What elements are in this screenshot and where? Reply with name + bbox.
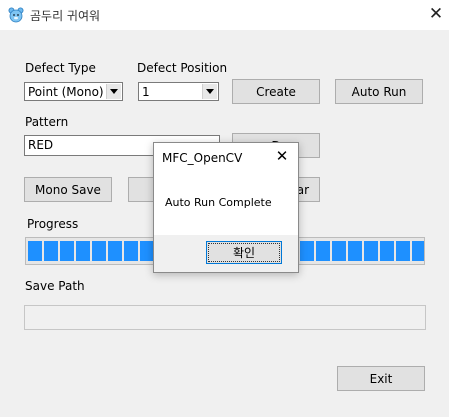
progress-label: Progress (27, 217, 79, 231)
progress-chunk (124, 241, 138, 261)
defect-type-value: Point (Mono) (28, 85, 104, 99)
progress-chunk (332, 241, 346, 261)
progress-chunk (316, 241, 330, 261)
progress-chunk (300, 241, 314, 261)
dialog-footer: 확인 (154, 235, 298, 272)
mono-save-button[interactable]: Mono Save (24, 177, 112, 202)
progress-chunk (396, 241, 410, 261)
defect-type-combo[interactable]: Point (Mono) (24, 82, 123, 101)
pattern-label: Pattern (25, 115, 69, 129)
title-bar: 곰두리 귀여워 ✕ (0, 0, 449, 30)
defect-position-value: 1 (142, 85, 150, 99)
dialog-close-icon[interactable]: ✕ (274, 148, 290, 164)
window-title: 곰두리 귀여워 (30, 9, 101, 23)
progress-chunk (140, 241, 154, 261)
defect-position-label: Defect Position (137, 61, 228, 75)
dialog-ok-button[interactable]: 확인 (206, 241, 282, 264)
progress-chunk (60, 241, 74, 261)
defect-position-combo[interactable]: 1 (138, 82, 219, 101)
progress-chunk (92, 241, 106, 261)
dialog-title: MFC_OpenCV (162, 151, 243, 165)
progress-chunk (412, 241, 424, 261)
save-path-field (24, 305, 426, 330)
progress-chunk (108, 241, 122, 261)
exit-button[interactable]: Exit (337, 366, 425, 391)
dialog-message: Auto Run Complete (165, 196, 272, 209)
chevron-down-icon[interactable] (202, 84, 217, 99)
auto-run-button[interactable]: Auto Run (335, 79, 423, 104)
chevron-down-icon[interactable] (106, 84, 121, 99)
progress-chunk (44, 241, 58, 261)
progress-chunk (380, 241, 394, 261)
save-path-label: Save Path (25, 279, 85, 293)
defect-type-label: Defect Type (25, 61, 96, 75)
progress-chunk (348, 241, 362, 261)
progress-chunk (76, 241, 90, 261)
progress-chunk (364, 241, 378, 261)
create-button[interactable]: Create (232, 79, 320, 104)
bear-app-icon (8, 7, 24, 23)
window-close-icon[interactable]: ✕ (426, 4, 446, 24)
message-dialog: MFC_OpenCV ✕ Auto Run Complete 확인 (153, 142, 299, 273)
progress-chunk (28, 241, 42, 261)
pattern-value: RED (28, 138, 54, 152)
